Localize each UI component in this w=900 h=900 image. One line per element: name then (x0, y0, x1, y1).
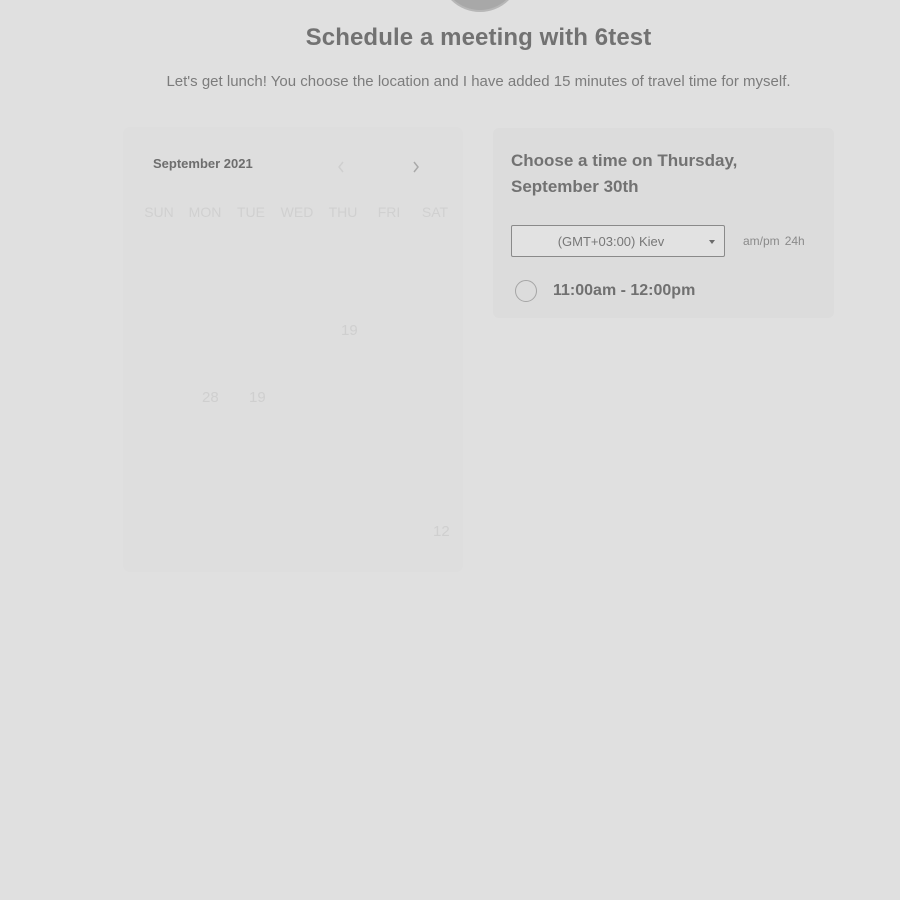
caret-down-icon (709, 240, 715, 244)
calendar-day[interactable]: 19 (249, 389, 266, 406)
next-month-button[interactable] (407, 158, 425, 176)
calendar-day[interactable]: 19 (341, 322, 358, 339)
time-format-toggle: am/pm 24h (743, 234, 810, 248)
weekday-wed: WED (280, 204, 314, 220)
calendar: September 2021 SUN MON TUE WED THU FRI S… (124, 128, 462, 571)
time-selection-panel: Choose a time on Thursday, September 30t… (493, 128, 834, 318)
avatar (439, 0, 521, 12)
chevron-right-icon (413, 161, 419, 173)
calendar-month-label: September 2021 (153, 156, 253, 171)
time-slot-label: 11:00am - 12:00pm (553, 282, 696, 299)
calendar-day[interactable]: 12 (433, 523, 450, 540)
weekday-sat: SAT (421, 204, 449, 220)
page-subtitle: Let's get lunch! You choose the location… (166, 73, 791, 90)
timezone-value: (GMT+03:00) Kiev (557, 234, 665, 249)
format-24h-option[interactable]: 24h (785, 234, 805, 248)
time-slot-radio[interactable] (515, 280, 537, 302)
weekday-sun: SUN (144, 204, 174, 220)
weekday-mon: MON (188, 204, 222, 220)
weekday-fri: FRI (377, 204, 401, 220)
format-ampm-option[interactable]: am/pm (743, 234, 780, 248)
previous-month-button[interactable] (332, 158, 350, 176)
timezone-select[interactable]: (GMT+03:00) Kiev (511, 225, 725, 257)
chevron-left-icon (338, 161, 344, 173)
weekday-tue: TUE (237, 204, 265, 220)
time-slot[interactable]: 11:00am - 12:00pm (515, 278, 695, 304)
calendar-day[interactable]: 28 (202, 389, 219, 406)
weekday-thu: THU (328, 204, 358, 220)
weekday-header: SUN MON TUE WED THU FRI SAT (136, 204, 458, 220)
page-title: Schedule a meeting with 6test (305, 24, 652, 51)
time-panel-heading: Choose a time on Thursday, September 30t… (511, 151, 738, 196)
